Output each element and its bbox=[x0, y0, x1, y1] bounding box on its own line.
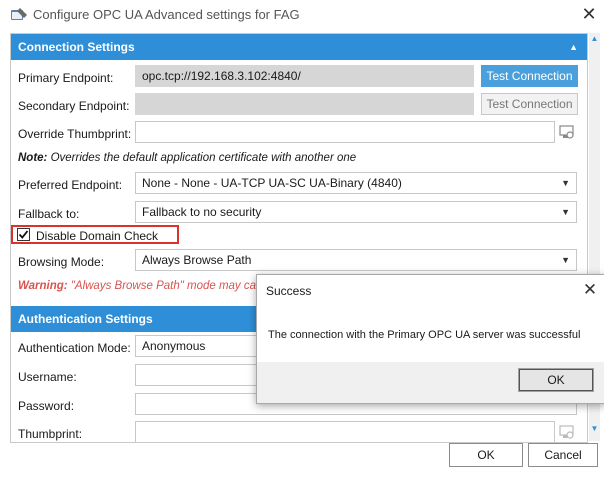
chevron-down-icon[interactable]: ▼ bbox=[561, 202, 570, 222]
certificate-picker-icon[interactable] bbox=[558, 423, 576, 441]
password-label: Password: bbox=[18, 399, 75, 413]
thumbprint-field[interactable] bbox=[135, 421, 555, 442]
title-bar: Configure OPC UA Advanced settings for F… bbox=[0, 0, 604, 30]
chevron-down-icon[interactable]: ▼ bbox=[561, 250, 570, 270]
cancel-button[interactable]: Cancel bbox=[528, 443, 598, 467]
thumbprint-label: Thumbprint: bbox=[18, 427, 83, 441]
disable-domain-checkbox[interactable] bbox=[17, 228, 30, 241]
certificate-picker-icon[interactable] bbox=[558, 123, 576, 141]
note-text: Overrides the default application certif… bbox=[47, 152, 357, 164]
authentication-mode-label: Authentication Mode: bbox=[18, 341, 131, 355]
dialog-message: The connection with the Primary OPC UA s… bbox=[268, 329, 581, 341]
primary-endpoint-label: Primary Endpoint: bbox=[18, 71, 114, 85]
browsing-mode-value: Always Browse Path bbox=[142, 253, 252, 267]
success-dialog: Success ✕ The connection with the Primar… bbox=[256, 274, 604, 404]
browsing-mode-select[interactable]: Always Browse Path ▼ bbox=[135, 249, 577, 271]
connection-settings-header[interactable]: Connection Settings ▲ bbox=[11, 34, 587, 60]
disable-domain-label[interactable]: Disable Domain Check bbox=[36, 229, 158, 243]
fallback-select[interactable]: Fallback to no security ▼ bbox=[135, 201, 577, 223]
close-icon[interactable]: ✕ bbox=[581, 281, 599, 299]
preferred-endpoint-value: None - None - UA-TCP UA-SC UA-Binary (48… bbox=[142, 176, 402, 190]
test-primary-connection-button[interactable]: Test Connection bbox=[481, 65, 578, 87]
override-thumbprint-label: Override Thumbprint: bbox=[18, 127, 132, 141]
scroll-down-icon[interactable]: ▼ bbox=[589, 423, 600, 435]
primary-endpoint-field[interactable]: opc.tcp://192.168.3.102:4840/ bbox=[135, 65, 474, 87]
checkmark-icon bbox=[18, 230, 29, 239]
chevron-up-icon[interactable]: ▲ bbox=[569, 34, 578, 60]
chevron-down-icon[interactable]: ▼ bbox=[561, 173, 570, 193]
window-title: Configure OPC UA Advanced settings for F… bbox=[33, 7, 300, 22]
secondary-endpoint-label: Secondary Endpoint: bbox=[18, 99, 130, 113]
authentication-settings-title: Authentication Settings bbox=[18, 312, 153, 326]
warning-label: Warning: bbox=[18, 280, 68, 292]
warning-text: "Always Browse Path" mode may cau bbox=[67, 280, 263, 292]
close-icon[interactable]: ✕ bbox=[578, 3, 600, 25]
note-label: Note: bbox=[18, 152, 48, 164]
override-thumbprint-field[interactable] bbox=[135, 121, 555, 143]
preferred-endpoint-select[interactable]: None - None - UA-TCP UA-SC UA-Binary (48… bbox=[135, 172, 577, 194]
ok-button[interactable]: OK bbox=[449, 443, 523, 467]
secondary-endpoint-field[interactable] bbox=[135, 93, 474, 115]
preferred-endpoint-label: Preferred Endpoint: bbox=[18, 178, 123, 192]
settings-window-icon bbox=[11, 8, 27, 20]
test-secondary-connection-button[interactable]: Test Connection bbox=[481, 93, 578, 115]
connection-settings-title: Connection Settings bbox=[18, 40, 135, 54]
scroll-up-icon[interactable]: ▲ bbox=[589, 33, 600, 45]
fallback-value: Fallback to no security bbox=[142, 205, 262, 219]
override-note: Note: Overrides the default application … bbox=[18, 152, 356, 164]
fallback-label: Fallback to: bbox=[18, 207, 80, 221]
dialog-title: Success bbox=[266, 284, 312, 298]
username-label: Username: bbox=[18, 370, 77, 384]
browsing-mode-label: Browsing Mode: bbox=[18, 255, 105, 269]
dialog-ok-button[interactable]: OK bbox=[518, 368, 594, 392]
browsing-warning: Warning: "Always Browse Path" mode may c… bbox=[18, 280, 262, 292]
authentication-mode-value: Anonymous bbox=[142, 339, 206, 353]
